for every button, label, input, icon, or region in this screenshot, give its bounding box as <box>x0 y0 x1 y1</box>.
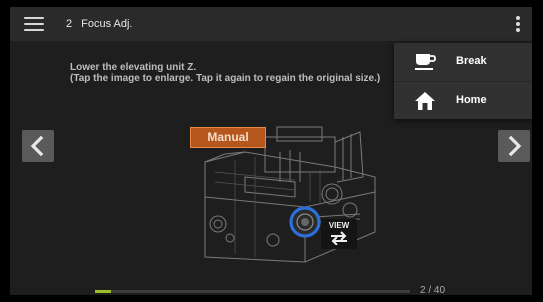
step-name: Focus Adj. <box>81 18 133 30</box>
menu-item-break-label: Break <box>456 55 487 67</box>
step-title: 2 Focus Adj. <box>66 18 132 30</box>
overflow-menu: Break Home <box>394 43 532 119</box>
next-step-button[interactable] <box>498 130 530 162</box>
step-number: 2 <box>66 18 73 30</box>
app-screen: 2 Focus Adj. Lower the elevating unit Z. … <box>10 7 532 295</box>
view-button-label: VIEW <box>328 221 350 230</box>
menu-item-home-label: Home <box>456 94 487 106</box>
app-bar: 2 Focus Adj. <box>10 7 532 41</box>
chevron-left-icon <box>30 136 44 156</box>
swap-view-icon <box>331 231 347 245</box>
manual-mode-badge: Manual <box>190 127 266 148</box>
view-toggle-button[interactable]: VIEW <box>321 219 357 249</box>
menu-item-home[interactable]: Home <box>394 81 532 119</box>
instruction-line-1: Lower the elevating unit Z. <box>70 62 197 73</box>
chevron-right-icon <box>508 136 522 156</box>
step-progress-bar <box>95 290 410 293</box>
menu-item-break[interactable]: Break <box>394 43 532 81</box>
instruction-line-2: (Tap the image to enlarge. Tap it again … <box>70 73 381 84</box>
step-progress-fill <box>95 290 111 293</box>
page-indicator: 2 / 40 <box>420 285 446 295</box>
hamburger-menu-icon[interactable] <box>24 17 44 32</box>
previous-step-button[interactable] <box>22 130 54 162</box>
home-icon <box>415 92 435 110</box>
instruction-text: Lower the elevating unit Z. (Tap the ima… <box>70 62 380 84</box>
coffee-cup-icon <box>415 54 436 70</box>
more-options-icon[interactable] <box>512 13 524 35</box>
